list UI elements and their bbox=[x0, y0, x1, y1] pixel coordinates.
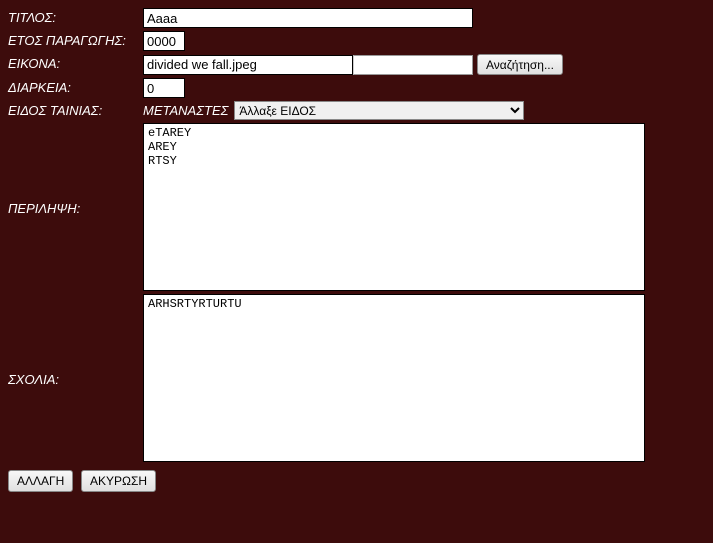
year-row: ΕΤΟΣ ΠΑΡΑΓΩΓΗΣ: bbox=[8, 31, 705, 51]
comments-row: ΣΧΟΛΙΑ: bbox=[8, 294, 705, 462]
title-label: ΤΙΤΛΟΣ: bbox=[8, 8, 143, 25]
title-input[interactable] bbox=[143, 8, 473, 28]
year-input[interactable] bbox=[143, 31, 185, 51]
duration-label: ΔΙΑΡΚΕΙΑ: bbox=[8, 78, 143, 95]
duration-row: ΔΙΑΡΚΕΙΑ: bbox=[8, 78, 705, 98]
change-button[interactable]: ΑΛΛΑΓΗ bbox=[8, 470, 73, 492]
summary-row: ΠΕΡΙΛΗΨΗ: bbox=[8, 123, 705, 291]
action-buttons: ΑΛΛΑΓΗ ΑΚΥΡΩΣΗ bbox=[8, 470, 705, 492]
comments-label: ΣΧΟΛΙΑ: bbox=[8, 370, 143, 387]
comments-textarea[interactable] bbox=[143, 294, 645, 462]
duration-input[interactable] bbox=[143, 78, 185, 98]
cancel-button[interactable]: ΑΚΥΡΩΣΗ bbox=[81, 470, 156, 492]
year-label: ΕΤΟΣ ΠΑΡΑΓΩΓΗΣ: bbox=[8, 31, 143, 48]
summary-textarea[interactable] bbox=[143, 123, 645, 291]
title-row: ΤΙΤΛΟΣ: bbox=[8, 8, 705, 28]
summary-label: ΠΕΡΙΛΗΨΗ: bbox=[8, 199, 143, 216]
genre-row: ΕΙΔΟΣ ΤΑΙΝΙΑΣ: ΜΕΤΑΝΑΣΤΕΣ Άλλαξε ΕΙΔΟΣ bbox=[8, 101, 705, 120]
genre-current: ΜΕΤΑΝΑΣΤΕΣ bbox=[143, 101, 228, 118]
file-path-box[interactable] bbox=[353, 55, 473, 75]
image-row: ΕΙΚΟΝΑ: Αναζήτηση... bbox=[8, 54, 705, 75]
image-filename-input[interactable] bbox=[143, 55, 353, 75]
genre-select[interactable]: Άλλαξε ΕΙΔΟΣ bbox=[234, 101, 524, 120]
file-picker: Αναζήτηση... bbox=[143, 54, 563, 75]
genre-label: ΕΙΔΟΣ ΤΑΙΝΙΑΣ: bbox=[8, 101, 143, 118]
browse-button[interactable]: Αναζήτηση... bbox=[477, 54, 563, 75]
image-label: ΕΙΚΟΝΑ: bbox=[8, 54, 143, 71]
